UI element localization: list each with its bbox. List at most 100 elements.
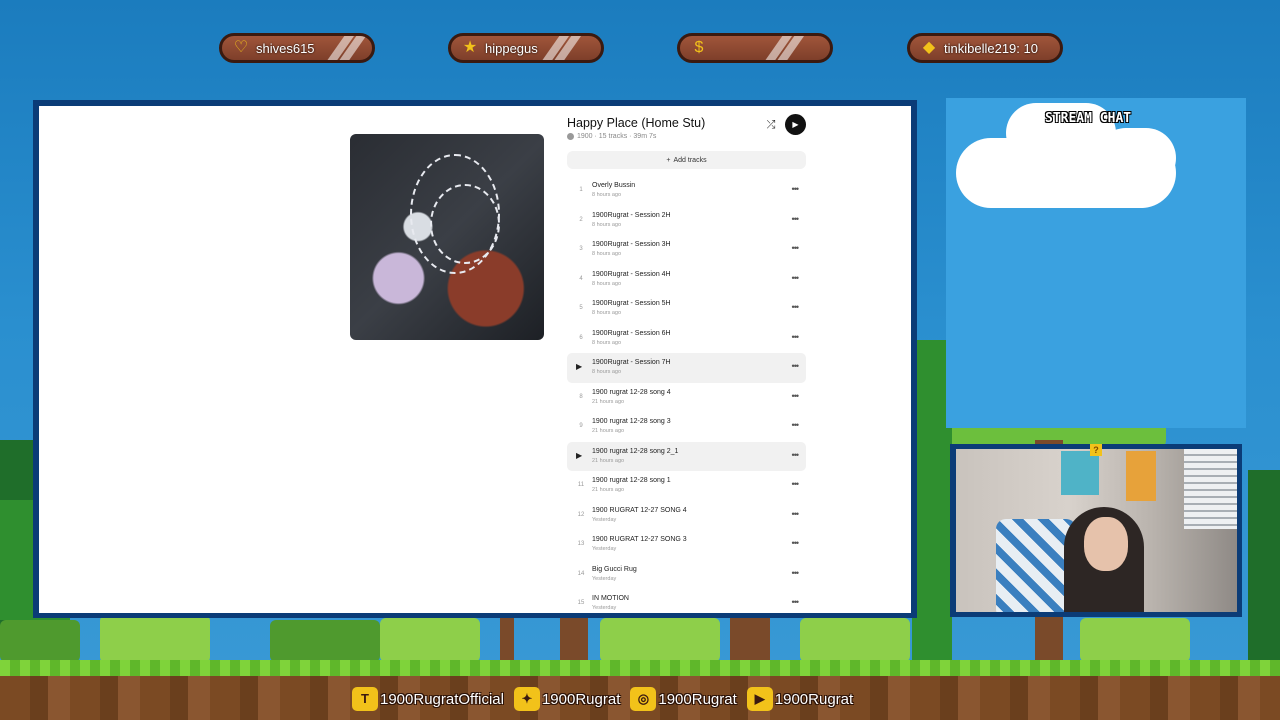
social-twitter: ✦ 1900Rugrat bbox=[513, 687, 620, 711]
track-row[interactable]: 2 1900Rugrat - Session 2H 8 hours ago ••… bbox=[567, 206, 806, 236]
playlist-cover-art[interactable] bbox=[350, 134, 544, 340]
more-options-icon[interactable]: ••• bbox=[792, 420, 800, 430]
alert-bar-donation: $ bbox=[677, 33, 833, 63]
track-row[interactable]: 5 1900Rugrat - Session 5H 8 hours ago ••… bbox=[567, 294, 806, 324]
track-name: 1900 RUGRAT 12-27 SONG 3 bbox=[592, 536, 687, 543]
track-row[interactable]: 15 IN MOTION Yesterday ••• bbox=[567, 589, 806, 613]
plus-icon: + bbox=[666, 156, 671, 164]
social-label: 1900Rugrat bbox=[658, 690, 737, 708]
track-list: 1 Overly Bussin 8 hours ago ••• 2 1900Ru… bbox=[567, 176, 806, 613]
play-icon[interactable]: ▶ bbox=[576, 362, 582, 371]
track-row[interactable]: 8 1900 rugrat 12-28 song 4 21 hours ago … bbox=[567, 383, 806, 413]
track-number: 8 bbox=[579, 393, 583, 400]
grass-strip bbox=[0, 660, 1280, 676]
track-name: 1900 rugrat 12-28 song 2_1 bbox=[592, 447, 679, 455]
more-options-icon[interactable]: ••• bbox=[792, 302, 800, 312]
track-name: Overly Bussin bbox=[592, 182, 636, 189]
track-time: 8 hours ago bbox=[592, 251, 622, 257]
question-badge-icon: ? bbox=[1090, 444, 1102, 456]
track-time: 21 hours ago bbox=[592, 457, 625, 464]
pixel-tree-far-right bbox=[1248, 470, 1280, 660]
track-name: 1900Rugrat - Session 7H bbox=[592, 359, 671, 366]
track-row[interactable]: 13 1900 RUGRAT 12-27 SONG 3 Yesterday ••… bbox=[567, 530, 806, 560]
more-options-icon[interactable]: ••• bbox=[792, 568, 800, 578]
stream-chat-title: STREAM CHAT bbox=[1045, 111, 1132, 126]
more-options-icon[interactable]: ••• bbox=[792, 509, 800, 519]
track-row-hovered[interactable]: ▶ 1900 rugrat 12-28 song 2_1 21 hours ag… bbox=[567, 441, 806, 471]
pixel-bush-3 bbox=[380, 618, 480, 662]
track-number: 4 bbox=[579, 275, 583, 282]
track-time: 8 hours ago bbox=[592, 221, 622, 228]
track-name: 1900 rugrat 12-28 song 4 bbox=[592, 388, 671, 396]
alert-label: hippegus bbox=[485, 40, 538, 56]
track-time: 8 hours ago bbox=[592, 280, 622, 287]
track-number: 3 bbox=[579, 246, 583, 252]
track-row[interactable]: 6 1900Rugrat - Session 6H 8 hours ago ••… bbox=[567, 324, 806, 354]
track-name: 1900 rugrat 12-28 song 1 bbox=[592, 477, 671, 484]
track-time: 21 hours ago bbox=[592, 398, 625, 405]
track-time: 8 hours ago bbox=[592, 369, 622, 375]
track-row[interactable]: 14 Big Gucci Rug Yesterday ••• bbox=[567, 560, 806, 590]
playlist-meta: 1900 · 15 tracks · 39m 7s bbox=[567, 133, 656, 140]
track-number: 12 bbox=[577, 511, 585, 518]
track-time: 8 hours ago bbox=[592, 310, 622, 316]
track-row[interactable]: 12 1900 RUGRAT 12-27 SONG 4 Yesterday ••… bbox=[567, 501, 806, 531]
track-number: 9 bbox=[579, 423, 583, 429]
track-name: 1900Rugrat - Session 2H bbox=[592, 211, 671, 219]
track-row[interactable]: 9 1900 rugrat 12-28 song 3 21 hours ago … bbox=[567, 412, 806, 442]
youtube-icon: ▶ bbox=[746, 687, 773, 711]
alert-label: shives615 bbox=[256, 40, 315, 56]
more-options-icon[interactable]: ••• bbox=[792, 450, 800, 460]
social-label: 1900Rugrat bbox=[774, 690, 854, 708]
more-options-icon[interactable]: ••• bbox=[792, 597, 800, 607]
more-options-icon[interactable]: ••• bbox=[792, 538, 800, 548]
track-name: 1900Rugrat - Session 6H bbox=[592, 329, 671, 337]
track-row[interactable]: 1 Overly Bussin 8 hours ago ••• bbox=[567, 176, 806, 206]
track-time: Yesterday bbox=[592, 575, 617, 582]
track-name: 1900Rugrat - Session 4H bbox=[592, 270, 671, 278]
more-options-icon[interactable]: ••• bbox=[792, 391, 800, 401]
play-icon[interactable]: ▶ bbox=[576, 451, 582, 460]
track-number: 15 bbox=[577, 600, 585, 606]
pixel-bush-5 bbox=[800, 618, 910, 662]
track-time: 21 hours ago bbox=[592, 428, 625, 434]
social-links-bar: T 1900RugratOfficial ✦ 1900Rugrat ◎ 1900… bbox=[352, 684, 863, 714]
alert-bar-follow: ♡ shives615 bbox=[219, 33, 375, 63]
track-time: 8 hours ago bbox=[592, 339, 622, 346]
more-options-icon[interactable]: ••• bbox=[792, 479, 800, 489]
alert-label: tinkibelle219: 10 bbox=[944, 40, 1038, 56]
track-row[interactable]: 3 1900Rugrat - Session 3H 8 hours ago ••… bbox=[567, 235, 806, 265]
pixel-trunk-1 bbox=[560, 612, 588, 662]
track-row-hovered[interactable]: ▶ 1900Rugrat - Session 7H 8 hours ago ••… bbox=[567, 353, 806, 383]
pixel-bush-1 bbox=[100, 615, 210, 663]
add-tracks-button[interactable]: + Add tracks bbox=[567, 151, 806, 169]
money-bag-icon: $ bbox=[694, 39, 704, 56]
more-options-icon[interactable]: ••• bbox=[792, 184, 800, 194]
star-icon: ★ bbox=[462, 39, 478, 56]
track-name: 1900 rugrat 12-28 song 3 bbox=[592, 418, 671, 425]
more-options-icon[interactable]: ••• bbox=[792, 361, 800, 371]
alert-bar-sub: ★ hippegus bbox=[448, 33, 604, 63]
more-options-icon[interactable]: ••• bbox=[792, 273, 800, 283]
pixel-bush-7 bbox=[0, 620, 80, 662]
playlist-meta-text: 1900 · 15 tracks · 39m 7s bbox=[577, 133, 657, 140]
track-name: 1900 RUGRAT 12-27 SONG 4 bbox=[592, 506, 687, 514]
track-name: IN MOTION bbox=[592, 595, 629, 602]
track-row[interactable]: 11 1900 rugrat 12-28 song 1 21 hours ago… bbox=[567, 471, 806, 501]
diamond-icon: ◆ bbox=[922, 39, 936, 56]
pixel-bush-2 bbox=[270, 620, 380, 662]
more-options-icon[interactable]: ••• bbox=[792, 214, 800, 224]
track-name: 1900Rugrat - Session 5H bbox=[592, 300, 671, 307]
track-time: Yesterday bbox=[592, 546, 617, 552]
twitch-icon: T bbox=[352, 687, 378, 711]
track-row[interactable]: 4 1900Rugrat - Session 4H 8 hours ago ••… bbox=[567, 265, 806, 295]
add-tracks-label: Add tracks bbox=[673, 156, 707, 164]
track-number: 14 bbox=[577, 570, 585, 577]
more-options-icon[interactable]: ••• bbox=[792, 332, 800, 342]
track-time: Yesterday bbox=[592, 605, 617, 611]
shuffle-icon[interactable]: ⤮ bbox=[764, 118, 778, 132]
play-button[interactable]: ▶ bbox=[785, 114, 806, 135]
more-options-icon[interactable]: ••• bbox=[792, 243, 800, 253]
social-label: 1900RugratOfficial bbox=[380, 690, 504, 708]
instagram-icon: ◎ bbox=[630, 687, 657, 711]
